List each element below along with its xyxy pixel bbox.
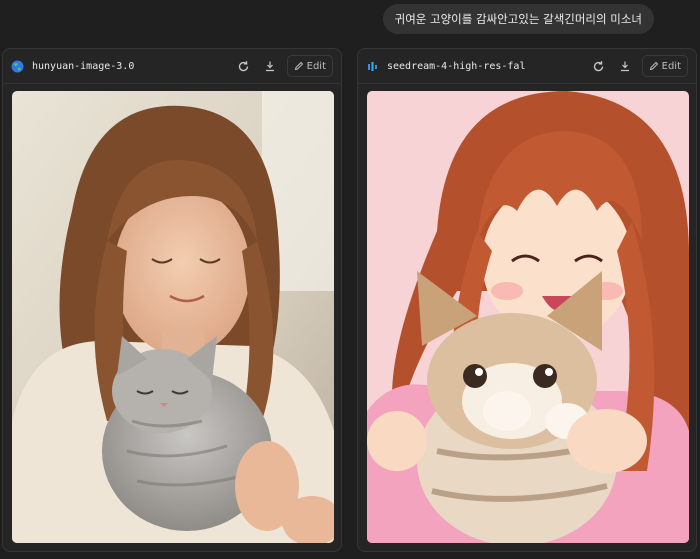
edit-label: Edit: [306, 60, 326, 72]
generated-image-hunyuan[interactable]: [12, 91, 334, 543]
model-name: hunyuan-image-3.0: [32, 60, 135, 72]
download-button[interactable]: [614, 55, 636, 77]
download-icon: [620, 61, 629, 72]
pencil-icon: [294, 61, 303, 71]
prompt-bubble: 귀여운 고양이를 감싸안고있는 갈색긴머리의 미소녀: [382, 4, 654, 34]
download-icon: [265, 61, 274, 72]
result-card-seedream: seedream-4-high-res-fal Edit: [357, 48, 697, 552]
result-card-hunyuan: hunyuan-image-3.0 Edit: [2, 48, 342, 552]
seedream-logo-icon: [366, 60, 379, 73]
download-button[interactable]: [259, 55, 281, 77]
regenerate-button[interactable]: [233, 55, 255, 77]
edit-button[interactable]: Edit: [641, 55, 688, 77]
edit-button[interactable]: Edit: [286, 55, 333, 77]
generated-image-seedream[interactable]: [367, 91, 689, 543]
model-name: seedream-4-high-res-fal: [387, 60, 526, 72]
regenerate-button[interactable]: [588, 55, 610, 77]
prompt-text: 귀여운 고양이를 감싸안고있는 갈색긴머리의 미소녀: [394, 12, 642, 26]
pencil-icon: [649, 61, 658, 71]
edit-label: Edit: [661, 60, 681, 72]
refresh-icon: [238, 60, 249, 71]
card-header: seedream-4-high-res-fal Edit: [358, 49, 696, 84]
card-header: hunyuan-image-3.0 Edit: [3, 49, 341, 84]
refresh-icon: [593, 60, 604, 71]
globe-icon: [11, 60, 24, 73]
